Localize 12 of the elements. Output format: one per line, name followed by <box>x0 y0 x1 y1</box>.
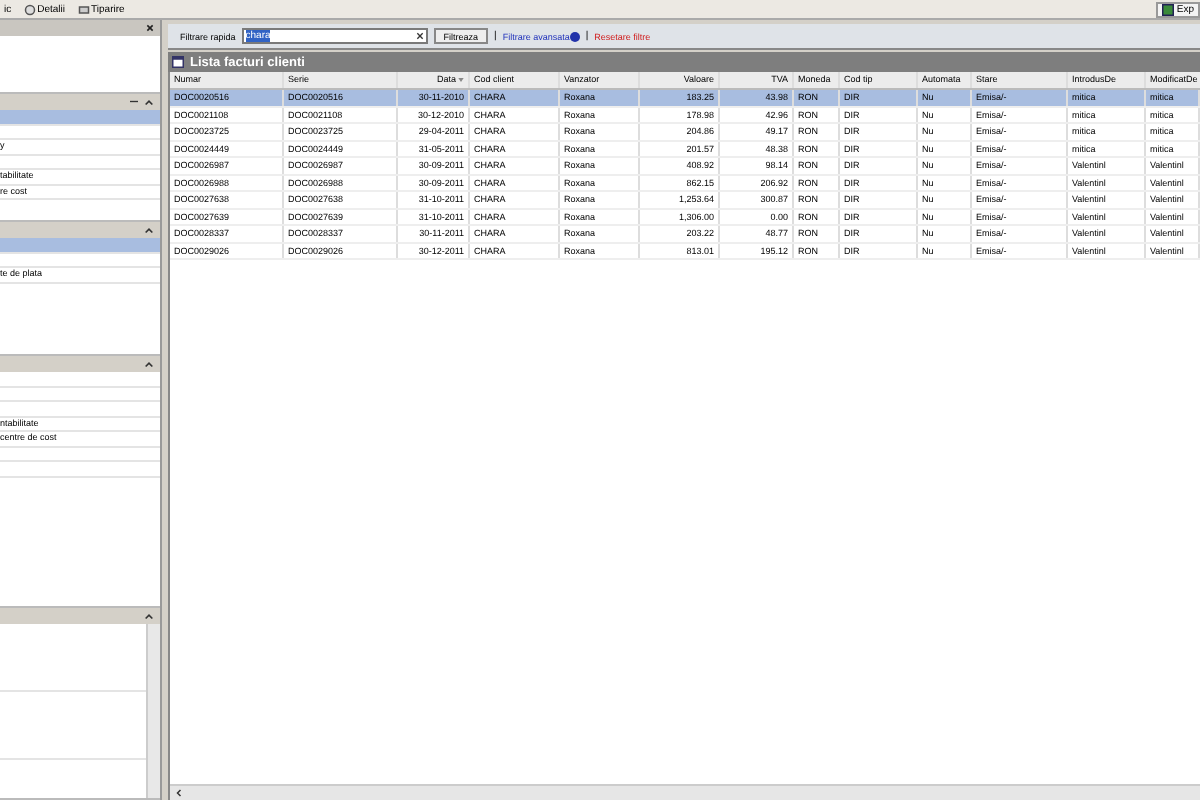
collapse-icon[interactable] <box>144 226 154 234</box>
collapse-icon[interactable] <box>144 98 154 106</box>
collapse-icon[interactable] <box>144 612 154 620</box>
spreadsheet-icon <box>1162 3 1175 15</box>
scroll-left-icon[interactable] <box>176 788 182 798</box>
horizontal-scrollbar[interactable] <box>170 784 1200 800</box>
collapse-icon[interactable] <box>144 360 154 368</box>
clear-icon[interactable] <box>415 32 424 40</box>
minimize-icon[interactable] <box>130 100 138 104</box>
close-icon[interactable] <box>146 24 154 32</box>
vertical-scrollbar[interactable] <box>146 624 160 798</box>
table-icon <box>172 56 184 68</box>
